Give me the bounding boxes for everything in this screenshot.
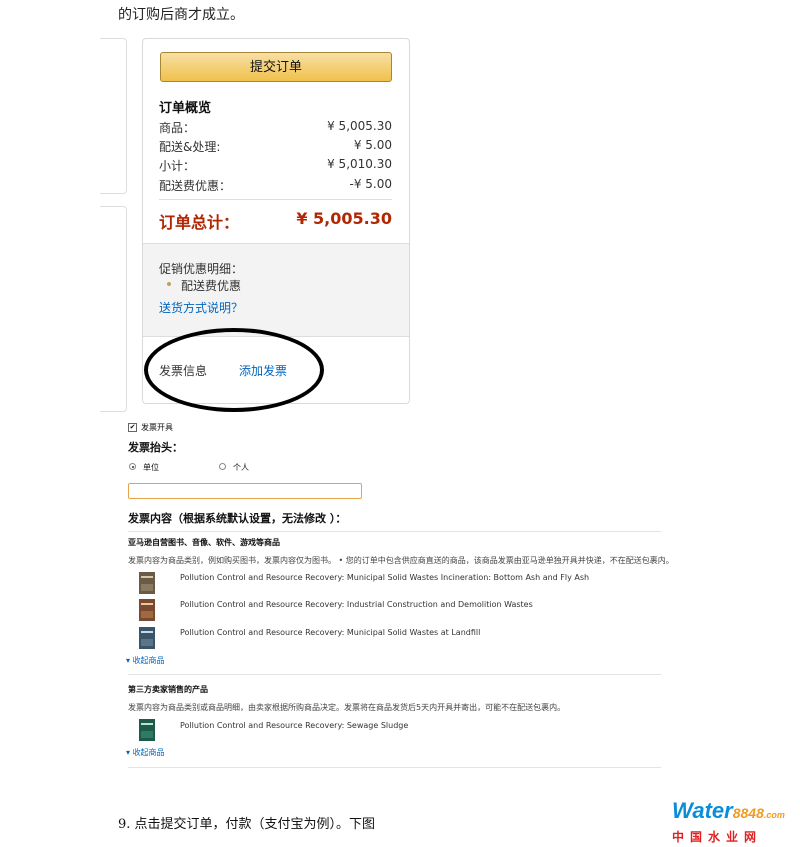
summary-divider: [159, 199, 392, 200]
shipping-method-link[interactable]: 送货方式说明？: [159, 299, 243, 316]
summary-row-label: 小计：: [159, 159, 196, 173]
amazon-group-title: 亚马逊自营图书、音像、软件、游戏等商品: [128, 538, 280, 547]
collapse-label: 收起商品: [132, 748, 165, 757]
invoice-heading-label: 发票抬头：: [128, 441, 183, 454]
issue-invoice-checkbox[interactable]: ✔: [128, 423, 137, 432]
invoice-heading-input[interactable]: [128, 483, 362, 499]
product-title[interactable]: Pollution Control and Resource Recovery:…: [180, 600, 533, 609]
section-divider: [128, 767, 661, 768]
third-party-group-title: 第三方卖家销售的产品: [128, 685, 208, 694]
book-cover-image: [139, 719, 155, 741]
summary-row-value: ¥ 5,005.30: [327, 119, 392, 133]
collapse-items-link[interactable]: ▾ 收起商品: [126, 747, 165, 758]
product-title[interactable]: Pollution Control and Resource Recovery:…: [180, 573, 589, 582]
book-cover-3: [139, 627, 155, 649]
book-cover-image: [139, 572, 155, 594]
issue-invoice-label: 发票开具: [141, 423, 173, 432]
watermark-logo: Water8848.com 中国水业网: [672, 800, 794, 845]
watermark-cn: 中国水业网: [672, 830, 763, 844]
summary-row-value: ¥ 5,010.30: [327, 157, 392, 171]
summary-row-value: -¥ 5.00: [349, 177, 393, 191]
book-cover-4: [139, 719, 155, 741]
order-summary-title: 订单概览: [159, 101, 212, 116]
order-total-label: 订单总计：: [159, 213, 240, 232]
clipped-instruction-text: 的订购后商才成立。: [118, 7, 244, 23]
promotion-details-title: 促销优惠明细：: [159, 262, 244, 276]
watermark-suffix: .com: [763, 810, 785, 820]
bullet-icon: [167, 282, 171, 286]
book-cover-1: [139, 572, 155, 594]
watermark-number: 8848: [732, 805, 764, 821]
amazon-invoice-note: 发票内容为商品类别，例如购买图书，发票内容仅为图书。 • 您的订单中包含供应商直…: [128, 556, 674, 565]
section-divider: [128, 531, 661, 532]
summary-row-items: 商品： ¥ 5,005.30: [159, 119, 392, 136]
promotion-details-panel: 促销优惠明细： 配送费优惠 送货方式说明？: [143, 243, 409, 337]
radio-personal-label: 个人: [233, 463, 249, 472]
step-instruction-text: 9. 点击提交订单，付款（支付宝为例）。下图: [118, 817, 376, 832]
radio-company[interactable]: [129, 463, 136, 470]
third-party-invoice-note: 发票内容为商品类别或商品明细，由卖家根据所购商品决定。发票将在商品发货后5天内开…: [128, 703, 566, 712]
collapse-items-link[interactable]: ▾ 收起商品: [126, 655, 165, 666]
product-title[interactable]: Pollution Control and Resource Recovery:…: [180, 628, 480, 637]
summary-row-shipping-discount: 配送费优惠： -¥ 5.00: [159, 177, 392, 194]
left-panel-edge-bottom: [100, 206, 127, 412]
book-cover-2: [139, 599, 155, 621]
summary-row-value: ¥ 5.00: [353, 138, 392, 152]
summary-row-subtotal: 小计： ¥ 5,010.30: [159, 157, 392, 174]
submit-order-button[interactable]: 提交订单: [160, 52, 392, 82]
summary-row-label: 商品：: [159, 121, 196, 135]
section-divider: [128, 674, 661, 675]
book-cover-image: [139, 627, 155, 649]
promotion-item: 配送费优惠: [181, 279, 242, 293]
radio-company-label: 单位: [143, 463, 159, 472]
product-title[interactable]: Pollution Control and Resource Recovery:…: [180, 721, 408, 730]
book-cover-image: [139, 599, 155, 621]
left-panel-edge-top: [100, 38, 127, 194]
summary-row-label: 配送&处理:: [159, 140, 221, 154]
order-total-value: ¥ 5,005.30: [296, 209, 392, 228]
order-total: 订单总计： ¥ 5,005.30: [159, 209, 392, 233]
summary-row-shipping: 配送&处理: ¥ 5.00: [159, 138, 392, 155]
highlight-ellipse-annotation: [144, 328, 324, 412]
invoice-content-label: 发票内容（根据系统默认设置，无法修改 ）：: [128, 512, 347, 525]
collapse-label: 收起商品: [132, 656, 165, 665]
summary-row-label: 配送费优惠：: [159, 179, 232, 193]
radio-personal[interactable]: [219, 463, 226, 470]
watermark-brand: Water: [672, 798, 733, 823]
